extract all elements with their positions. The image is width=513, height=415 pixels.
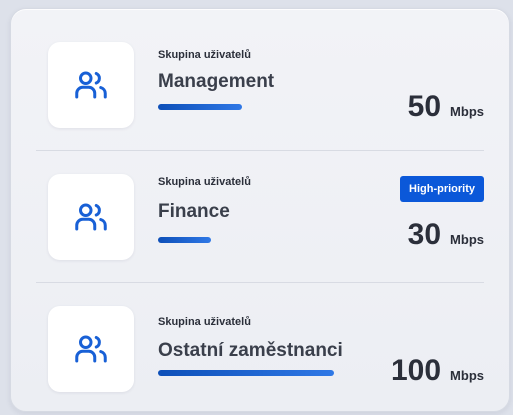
bandwidth-bar [158, 104, 334, 110]
bandwidth-value: 30 Mbps [408, 218, 484, 252]
row-divider [36, 150, 484, 151]
group-row-finance[interactable]: Skupina uživatelů Finance High-priority … [36, 166, 484, 260]
bandwidth-number: 50 [407, 90, 442, 123]
group-label: Skupina uživatelů [158, 316, 251, 328]
bandwidth-bar [158, 370, 334, 376]
users-group-icon [75, 203, 107, 231]
group-label: Skupina uživatelů [158, 49, 251, 61]
bandwidth-unit: Mbps [450, 368, 484, 383]
priority-badge: High-priority [400, 176, 484, 202]
bandwidth-bar-fill [158, 104, 243, 110]
bandwidth-number: 100 [390, 354, 442, 387]
bandwidth-value: 50 Mbps [408, 90, 484, 124]
group-icon-tile [48, 42, 134, 128]
group-name: Ostatní zaměstnanci [158, 340, 343, 361]
group-name: Management [158, 71, 275, 92]
users-group-icon [75, 71, 107, 99]
bandwidth-bar-fill [158, 237, 211, 243]
bandwidth-value: 100 Mbps [391, 354, 484, 388]
group-name: Finance [158, 201, 230, 222]
bandwidth-unit: Mbps [450, 104, 484, 119]
bandwidth-bar-fill [158, 370, 334, 376]
group-row-ostatni[interactable]: Skupina uživatelů Ostatní zaměstnanci 10… [36, 298, 484, 392]
group-icon-tile [48, 306, 134, 392]
group-label: Skupina uživatelů [158, 176, 251, 188]
bandwidth-bar [158, 237, 334, 243]
bandwidth-number: 30 [407, 218, 442, 251]
group-row-management[interactable]: Skupina uživatelů Management 50 Mbps [36, 34, 484, 128]
row-divider [36, 282, 484, 283]
users-group-icon [75, 335, 107, 363]
bandwidth-unit: Mbps [450, 232, 484, 247]
group-icon-tile [48, 174, 134, 260]
